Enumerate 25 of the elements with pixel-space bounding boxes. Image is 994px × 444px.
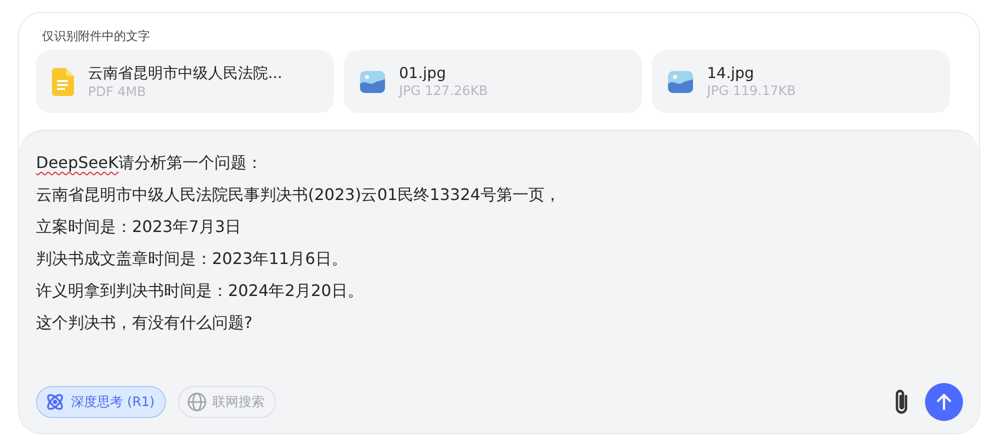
message-line: 判决书成文盖章时间是：2023年11月6日。 xyxy=(36,248,348,270)
attachment-card[interactable]: 01.jpg JPG 127.26KB xyxy=(344,50,642,113)
file-name: 14.jpg xyxy=(707,64,756,82)
image-icon xyxy=(668,70,693,92)
attachments-hint: 仅识别附件中的文字 xyxy=(42,28,150,45)
file-meta: JPG 119.17KB xyxy=(707,84,796,99)
message-field[interactable]: DeepSeeK请分析第一个问题： 云南省昆明市中级人民法院民事判决书(2023)云01民终13324号第一页， 立案时间是：2023年7月3日 判决书成文盖章时间是：2023年11月6日。 许义明拿到判决书时间是：2024年2月20日。 这个判决书，有没有什么问题? 深度思考 (R1) 联网搜索 xyxy=(19,130,979,433)
attachment-card[interactable]: 云南省昆明市中级人民法院... PDF 4MB xyxy=(36,50,334,113)
document-icon xyxy=(52,68,74,96)
globe-icon xyxy=(186,392,207,412)
file-meta: JPG 127.26KB xyxy=(399,84,488,99)
file-name: 云南省昆明市中级人民法院... xyxy=(88,64,282,82)
message-line: 立案时间是：2023年7月3日 xyxy=(36,216,242,238)
atom-icon xyxy=(45,392,65,412)
send-button[interactable] xyxy=(925,383,963,421)
message-line: 这个判决书，有没有什么问题? xyxy=(36,312,252,334)
file-name: 01.jpg xyxy=(399,64,448,82)
attachment-card[interactable]: 14.jpg JPG 119.17KB xyxy=(652,50,950,113)
file-meta: PDF 4MB xyxy=(88,84,147,100)
message-line: DeepSeeK请分析第一个问题： xyxy=(36,152,262,174)
image-icon xyxy=(360,70,385,92)
arrow-up-icon xyxy=(934,392,954,412)
message-line: 许义明拿到判决书时间是：2024年2月20日。 xyxy=(36,280,364,302)
message-line: 云南省昆明市中级人民法院民事判决书(2023)云01民终13324号第一页， xyxy=(36,184,560,206)
toggle-button[interactable]: 深度思考 (R1) xyxy=(36,386,166,418)
